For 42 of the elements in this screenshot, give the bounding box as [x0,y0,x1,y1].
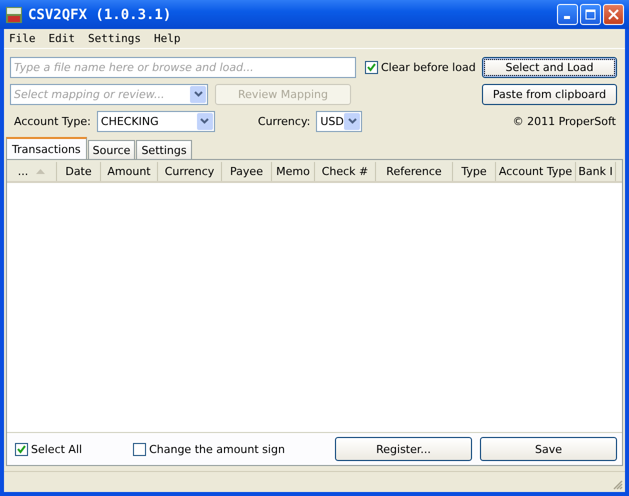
tab[interactable]: Settings [136,140,192,159]
column-header[interactable]: Memo [272,162,315,181]
select-and-load-button[interactable]: Select and Load [482,57,617,78]
tab[interactable]: Transactions [6,137,87,159]
register-button[interactable]: Register... [335,437,472,461]
window-title: CSV2QFX (1.0.3.1) [28,6,172,22]
app-icon [6,6,22,22]
column-header[interactable]: Type [453,162,496,181]
currency-label: Currency: [258,114,310,128]
file-name-field[interactable]: Type a file name here or browse and load... [10,57,356,78]
checkbox[interactable] [365,61,378,74]
checkbox-label: Clear before load [381,61,476,74]
maximize-button[interactable] [580,4,601,25]
close-icon [608,9,619,20]
checkbox-label: Select All [31,442,82,456]
checkbox[interactable] [133,442,146,456]
column-header[interactable]: Amount [101,162,158,181]
menu-item[interactable]: Settings [88,32,141,45]
tab[interactable]: Source [88,140,136,159]
column-header[interactable]: ... [7,162,57,181]
currency-dropdown[interactable]: USD [316,110,362,132]
column-header[interactable]: Currency [158,162,222,181]
column-header[interactable]: Reference [376,162,453,181]
column-header[interactable]: Payee [222,162,272,181]
copyright-text: © 2011 ProperSoft [512,114,616,128]
menu-item[interactable]: Edit [48,32,75,45]
account-type-dropdown[interactable]: CHECKING [96,110,215,132]
close-button[interactable] [603,4,624,25]
menu-item[interactable]: Help [154,32,180,45]
column-header[interactable]: Check # [315,162,376,181]
paste-from-clipboard-button[interactable]: Paste from clipboard [482,84,617,104]
maximize-icon [585,9,596,20]
column-header[interactable]: Bank I [576,162,616,181]
account-type-label: Account Type: [14,114,91,128]
save-button[interactable]: Save [480,437,617,461]
minimize-button[interactable] [557,4,578,25]
checkbox-label: Change the amount sign [149,442,285,456]
resize-grip-icon [613,480,623,490]
menu-item[interactable]: File [9,32,36,45]
column-header[interactable]: Account Type [496,162,576,181]
checkbox[interactable] [15,442,28,456]
column-header[interactable]: Date [57,162,101,181]
